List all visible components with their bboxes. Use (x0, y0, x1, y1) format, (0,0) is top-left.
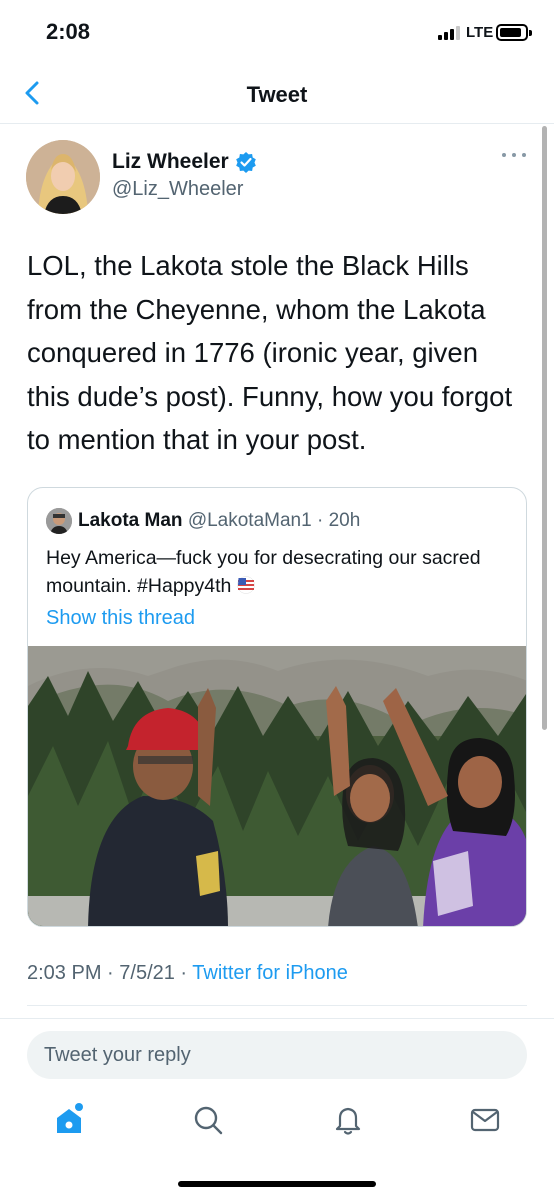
quoted-author-avatar (46, 508, 72, 534)
divider (27, 1005, 527, 1006)
tweet-client-link[interactable]: Twitter for iPhone (192, 962, 348, 984)
status-time: 2:08 (46, 19, 91, 44)
quoted-tweet-header: Lakota Man @LakotaMan1 · 20h (78, 510, 360, 532)
battery-icon (496, 24, 532, 41)
tweet-text: LOL, the Lakota stole the Black Hills fr… (27, 250, 513, 455)
quoted-tweet-text: Hey America—fuck you for desecrating our… (46, 547, 481, 597)
meta-separator: · (101, 962, 120, 984)
author-handle[interactable]: @Liz_Wheeler (112, 178, 243, 201)
scrollbar[interactable] (542, 126, 547, 730)
network-type: LTE (466, 24, 494, 41)
quoted-author-handle: @LakotaMan1 (187, 510, 312, 531)
reply-input[interactable]: Tweet your reply (27, 1031, 527, 1079)
quoted-tweet-text-block: Hey America—fuck you for desecrating our… (46, 544, 516, 600)
quoted-author-name: Lakota Man (78, 510, 183, 531)
tweet-date: 7/5/21 (119, 962, 175, 984)
page-title: Tweet (246, 82, 308, 107)
search-icon[interactable] (190, 1102, 226, 1138)
signal-icon (438, 26, 460, 40)
tweet-meta: 2:03 PM · 7/5/21 · Twitter for iPhone (27, 962, 348, 985)
author-name-text[interactable]: Liz Wheeler (112, 150, 229, 174)
nav-bar: Tweet (0, 62, 554, 124)
show-thread-link[interactable]: Show this thread (46, 607, 195, 630)
tweet-time: 2:03 PM (27, 962, 102, 984)
divider (0, 1018, 554, 1019)
verified-badge-icon (235, 152, 256, 173)
avatar[interactable] (26, 140, 100, 214)
us-flag-emoji-icon (237, 576, 255, 594)
quoted-tweet-card[interactable]: Lakota Man @LakotaMan1 · 20h Hey America… (27, 487, 527, 927)
messages-icon[interactable] (467, 1102, 503, 1138)
tab-bar (0, 1090, 554, 1160)
quoted-tweet-photo[interactable] (28, 646, 527, 927)
notifications-icon[interactable] (330, 1102, 366, 1138)
author-name[interactable]: Liz Wheeler (112, 150, 257, 174)
quoted-separator: · (311, 510, 329, 531)
status-bar: 2:08 LTE (0, 0, 554, 62)
reply-placeholder: Tweet your reply (44, 1044, 191, 1066)
meta-separator: · (174, 962, 193, 984)
home-indicator[interactable] (178, 1181, 376, 1187)
more-options-icon[interactable] (502, 150, 528, 160)
home-icon[interactable] (51, 1102, 87, 1138)
quoted-tweet-age: 20h (328, 510, 361, 531)
